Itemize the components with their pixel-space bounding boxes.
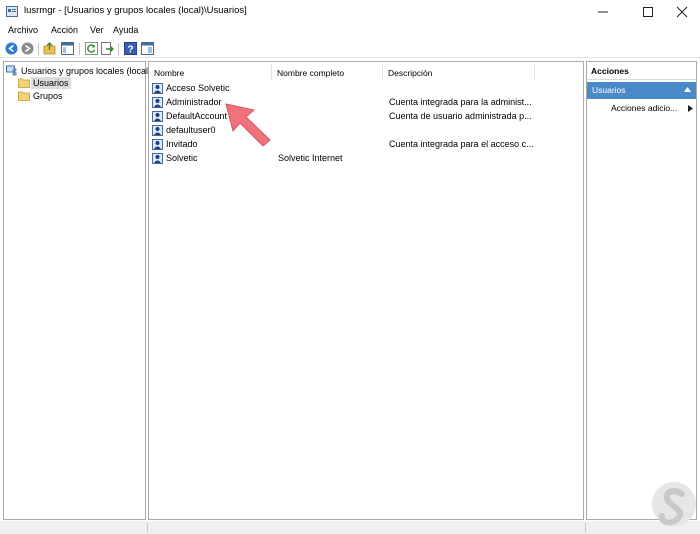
user-account-icon: [152, 111, 163, 122]
svg-text:?: ?: [127, 45, 133, 56]
collapse-up-icon[interactable]: [684, 87, 691, 92]
user-account-icon: [152, 83, 163, 94]
user-full-name: Solvetic Internet: [278, 153, 343, 163]
computer-users-icon: [6, 65, 17, 76]
help-icon[interactable]: ?: [124, 42, 137, 55]
user-name: DefaultAccount: [166, 111, 228, 121]
back-icon[interactable]: [5, 42, 18, 55]
column-divider[interactable]: [382, 64, 383, 80]
user-name: Administrador: [166, 97, 222, 107]
status-divider: [147, 523, 148, 532]
status-divider: [585, 523, 586, 532]
user-account-icon: [152, 153, 163, 164]
close-button[interactable]: [665, 0, 699, 24]
export-icon[interactable]: [101, 42, 114, 55]
tree-item-label: Grupos: [33, 91, 63, 101]
user-name: defaultuser0: [166, 125, 216, 135]
user-account-icon: [152, 125, 163, 136]
minimize-icon: [598, 11, 608, 13]
column-divider[interactable]: [534, 64, 535, 80]
toolbar-separator: [79, 43, 80, 55]
list-item[interactable]: Administrador Cuenta integrada para la ad…: [152, 96, 577, 109]
tree-item-label: Usuarios: [31, 77, 71, 89]
user-description: Cuenta de usuario administrada p...: [389, 111, 532, 121]
user-name: Acceso Solvetic: [166, 83, 230, 93]
refresh-icon[interactable]: [85, 42, 98, 55]
minimize-button[interactable]: [586, 0, 620, 24]
list-item[interactable]: defaultuser0: [152, 124, 577, 137]
list-item[interactable]: DefaultAccount Cuenta de usuario administ…: [152, 110, 577, 123]
users-list: Nombre Nombre completo Descripción Acces…: [148, 61, 584, 520]
user-account-icon: [152, 139, 163, 150]
forward-icon[interactable]: [21, 42, 34, 55]
actions-section-usuarios[interactable]: Usuarios: [587, 82, 696, 99]
menu-ver[interactable]: Ver: [90, 25, 104, 35]
window-title: lusrmgr - [Usuarios y grupos locales (lo…: [24, 5, 247, 16]
title-bar: lusrmgr - [Usuarios y grupos locales (lo…: [0, 0, 700, 24]
column-header-descripcion[interactable]: Descripción: [388, 66, 432, 80]
maximize-button[interactable]: [631, 0, 665, 24]
close-icon: [676, 6, 688, 18]
toolbar-separator: [118, 43, 119, 55]
column-header-nombre[interactable]: Nombre: [154, 66, 184, 80]
column-divider[interactable]: [271, 64, 272, 80]
menu-bar: Archivo Acción Ver Ayuda: [0, 24, 700, 39]
actions-pane: Acciones Usuarios Acciones adicio...: [586, 61, 697, 520]
show-tree-icon[interactable]: [61, 42, 74, 55]
toolbar: ?: [0, 39, 700, 58]
user-description: Cuenta integrada para el acceso c...: [389, 139, 534, 149]
user-description: Cuenta integrada para la administ...: [389, 97, 532, 107]
annotation-arrow-icon: [225, 103, 271, 147]
watermark-logo: [652, 482, 696, 526]
menu-accion[interactable]: Acción: [51, 25, 78, 35]
submenu-arrow-icon: [688, 105, 693, 112]
column-header-nombre-completo[interactable]: Nombre completo: [277, 66, 344, 80]
status-bar: [0, 521, 700, 534]
user-name: Solvetic: [166, 153, 198, 163]
folder-icon: [18, 78, 30, 88]
user-account-icon: [152, 97, 163, 108]
maximize-icon: [643, 7, 653, 17]
action-more-actions[interactable]: Acciones adicio...: [611, 102, 677, 115]
properties-icon[interactable]: [141, 42, 154, 55]
menu-ayuda[interactable]: Ayuda: [113, 25, 138, 35]
actions-title: Acciones: [587, 62, 696, 80]
list-item[interactable]: Solvetic Solvetic Internet: [152, 152, 577, 165]
app-icon: [6, 6, 18, 17]
folder-icon: [18, 91, 30, 101]
tree-root-label: Usuarios y grupos locales (local): [21, 66, 152, 76]
actions-section-label: Usuarios: [592, 85, 626, 95]
user-name: Invitado: [166, 139, 198, 149]
toolbar-separator: [38, 43, 39, 55]
console-tree: Usuarios y grupos locales (local) Usuari…: [3, 61, 151, 520]
up-folder-icon[interactable]: [43, 42, 56, 55]
list-item[interactable]: Invitado Cuenta integrada para el acceso …: [152, 138, 577, 151]
list-item[interactable]: Acceso Solvetic: [152, 82, 577, 95]
menu-archivo[interactable]: Archivo: [8, 25, 38, 35]
